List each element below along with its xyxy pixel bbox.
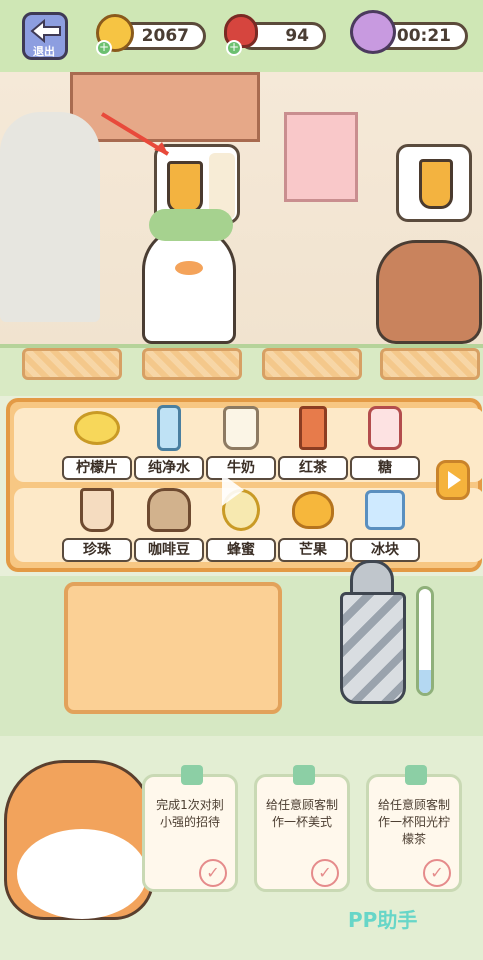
customer-hedgehog[interactable] [376,240,482,344]
ingredient-label: 柠檬片 [62,456,132,480]
sugar-jar-icon [357,404,413,452]
ingredient-label: 芒果 [278,538,348,562]
ice-cube-icon [357,486,413,534]
coffee-bean-sack-icon [141,486,197,534]
timer-value: 00:21 [396,26,451,46]
card-tab-icon [293,765,315,785]
mango-icon [285,486,341,534]
back-arrow-icon [30,18,61,44]
exit-label: 退出 [33,45,55,58]
ingredient-coffee-bean[interactable]: 咖啡豆 [134,486,204,562]
exit-button[interactable]: 退出 [22,12,68,60]
check-circle-icon: ✓ [423,859,451,887]
serving-slot-1[interactable] [22,348,122,380]
customer-duck[interactable] [142,209,236,344]
play-arrow-icon [448,471,461,489]
ingredient-pearl[interactable]: 珍珠 [62,486,132,562]
lemon-tea-cup-icon-2 [419,159,453,209]
pointer-arrow-icon [100,112,170,156]
customer2-order-bubble[interactable] [396,144,472,222]
watermark: PP助手 [348,908,418,932]
check-circle-icon: ✓ [311,859,339,887]
task-card-3[interactable]: 给任意顾客制作一杯阳光柠檬茶 ✓ [366,765,462,892]
task-card-1[interactable]: 完成1次对刺小强的招待 ✓ [142,765,238,892]
serving-slot-4[interactable] [380,348,480,380]
mascot-chick [4,760,154,920]
serving-slot-2[interactable] [142,348,242,380]
coin-value: 2067 [141,26,189,46]
fill-gauge [416,586,434,696]
next-page-button[interactable] [436,460,470,500]
cocktail-shaker[interactable] [338,560,408,708]
task-card-2[interactable]: 给任意顾客制作一杯美式 ✓ [254,765,350,892]
pearl-cup-icon [69,486,125,534]
ingredient-label: 纯净水 [134,456,204,480]
alarm-bird-icon [350,10,396,54]
ingredient-label: 冰块 [350,538,420,562]
lemon-slice-icon [69,404,125,452]
ingredient-black-tea[interactable]: 红茶 [278,404,348,480]
ingredient-label: 糖 [350,456,420,480]
ingredient-water[interactable]: 纯净水 [134,404,204,480]
meat-value: 94 [285,26,309,46]
ingredient-label: 蜂蜜 [206,538,276,562]
ingredient-label: 红茶 [278,456,348,480]
video-play-overlay-icon [222,474,244,506]
task-text: 完成1次对刺小强的招待 [156,798,224,829]
ingredient-ice[interactable]: 冰块 [350,486,420,562]
ingredient-label: 咖啡豆 [134,538,204,562]
milk-jug-icon [213,404,269,452]
ingredient-milk[interactable]: 牛奶 [206,404,276,480]
broccoli-hair [149,209,233,241]
ingredient-mango[interactable]: 芒果 [278,486,348,562]
card-tab-icon [405,765,427,785]
ingredient-label: 珍珠 [62,538,132,562]
lemon-tea-cup-icon [167,161,203,213]
water-bottle-icon [141,404,197,452]
add-meat-button[interactable]: + [226,40,242,56]
check-circle-icon: ✓ [199,859,227,887]
duck-beak [175,261,203,275]
ingredient-sugar[interactable]: 糖 [350,404,420,480]
black-tea-icon [285,404,341,452]
task-text: 给任意顾客制作一杯美式 [265,798,338,829]
serving-slot-3[interactable] [262,348,362,380]
shop-door [284,112,358,202]
add-coin-button[interactable]: + [96,40,112,56]
fountain-statue [0,112,100,322]
mixing-tray[interactable] [64,582,282,714]
ingredient-lemon-slice[interactable]: 柠檬片 [62,404,132,480]
card-tab-icon [181,765,203,785]
task-text: 给任意顾客制作一杯阳光柠檬茶 [377,798,450,846]
